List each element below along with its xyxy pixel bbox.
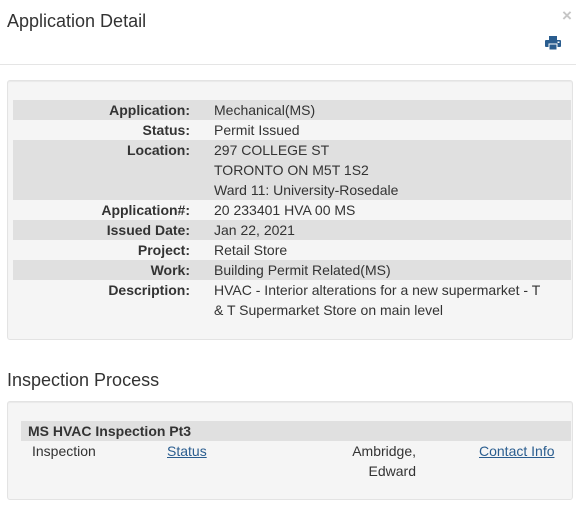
row-location: Location: 297 COLLEGE ST TORONTO ON M5T … xyxy=(13,140,571,200)
label-application: Application: xyxy=(13,100,214,120)
label-work: Work: xyxy=(13,260,214,280)
value-status: Permit Issued xyxy=(214,122,300,138)
label-status: Status: xyxy=(142,122,190,138)
row-description: Description: HVAC - Interior alterations… xyxy=(13,280,571,320)
value-application-number: 20 233401 HVA 00 MS xyxy=(214,202,356,218)
label-issued-date: Issued Date: xyxy=(13,220,214,240)
inspection-process-title: Inspection Process xyxy=(7,370,160,390)
value-work: Building Permit Related(MS) xyxy=(214,260,571,280)
value-location: 297 COLLEGE ST TORONTO ON M5T 1S2 Ward 1… xyxy=(214,140,571,200)
inspector-last-name: Ambridge, xyxy=(352,443,416,459)
row-work: Work: Building Permit Related(MS) xyxy=(13,260,571,280)
location-ward: Ward 11: University-Rosedale xyxy=(214,182,399,198)
value-issued-date: Jan 22, 2021 xyxy=(214,220,571,240)
header-divider xyxy=(0,64,576,65)
application-detail-table: Application: Mechanical(MS) Status: Perm… xyxy=(13,100,571,320)
row-application: Application: Mechanical(MS) xyxy=(13,100,571,120)
inspection-type: Inspection xyxy=(32,443,96,459)
contact-info-link[interactable]: Contact Info xyxy=(479,441,555,461)
row-application-number: Application#: 20 233401 HVA 00 MS xyxy=(13,200,571,220)
location-city: TORONTO ON M5T 1S2 xyxy=(214,162,369,178)
print-icon[interactable] xyxy=(545,36,561,50)
status-link[interactable]: Status xyxy=(167,441,207,461)
value-application: Mechanical(MS) xyxy=(214,100,571,120)
label-project: Project: xyxy=(137,242,190,258)
inspection-process-panel: MS HVAC Inspection Pt3 Inspection Status… xyxy=(7,401,573,500)
label-description: Description: xyxy=(108,282,190,298)
description-line-2: & T Supermarket Store on main level xyxy=(214,302,444,318)
close-button[interactable]: × xyxy=(560,7,574,24)
label-application-number: Application#: xyxy=(101,202,190,218)
description-line-1: HVAC - Interior alterations for a new su… xyxy=(214,282,541,298)
inspector-first-name: Edward xyxy=(368,463,416,479)
row-issued-date: Issued Date: Jan 22, 2021 xyxy=(13,220,571,240)
modal-title: Application Detail xyxy=(7,11,147,31)
value-project: Retail Store xyxy=(214,242,288,258)
location-street: 297 COLLEGE ST xyxy=(214,142,330,158)
row-project: Project: Retail Store xyxy=(13,240,571,260)
label-location: Location: xyxy=(13,140,214,200)
application-detail-panel: Application: Mechanical(MS) Status: Perm… xyxy=(7,80,573,340)
row-status: Status: Permit Issued xyxy=(13,120,571,140)
inspector-name: Ambridge, Edward xyxy=(338,441,416,481)
inspection-group-title: MS HVAC Inspection Pt3 xyxy=(21,421,571,441)
value-description: HVAC - Interior alterations for a new su… xyxy=(214,280,571,320)
